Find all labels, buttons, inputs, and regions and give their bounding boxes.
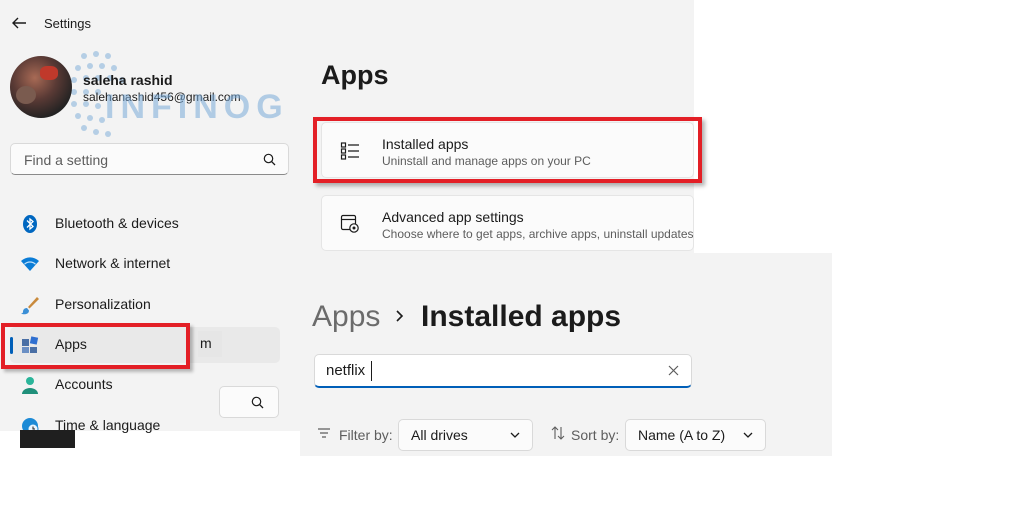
- chevron-down-icon: [743, 432, 753, 438]
- redaction-block: [20, 430, 75, 448]
- find-setting-search: [10, 143, 289, 175]
- back-arrow-icon[interactable]: [10, 14, 28, 32]
- find-setting-input[interactable]: [22, 151, 256, 169]
- close-icon[interactable]: [668, 365, 679, 376]
- highlight-box-installed-apps: [313, 117, 702, 183]
- sort-value: Name (A to Z): [638, 427, 726, 443]
- sort-dropdown[interactable]: Name (A to Z): [625, 419, 766, 451]
- card-title: Advanced app settings: [382, 209, 524, 225]
- filter-label: Filter by:: [339, 427, 393, 443]
- search-icon[interactable]: [263, 153, 276, 166]
- wifi-icon: [21, 257, 39, 271]
- person-icon: [22, 377, 38, 394]
- user-name: saleha rashid: [83, 72, 173, 88]
- sidebar-item-label: Network & internet: [55, 255, 171, 271]
- page-title: Apps: [321, 60, 389, 90]
- advanced-app-settings-card[interactable]: Advanced app settings Choose where to ge…: [321, 195, 694, 251]
- text-caret: [371, 361, 372, 381]
- window-title: Settings: [44, 16, 91, 31]
- app-search-input[interactable]: netflix: [314, 354, 692, 388]
- brush-icon: [21, 297, 39, 315]
- chevron-right-icon: [396, 310, 404, 322]
- sidebar-item-personalization[interactable]: Personalization: [10, 287, 280, 323]
- search-value: netflix: [326, 362, 366, 379]
- sort-label: Sort by:: [571, 427, 620, 443]
- sidebar-item-network[interactable]: Network & internet: [10, 246, 280, 282]
- breadcrumb-current: Installed apps: [421, 300, 622, 333]
- search-icon: [251, 396, 264, 409]
- app-settings-icon: [340, 214, 359, 233]
- bluetooth-icon: [23, 215, 37, 233]
- chevron-down-icon: [510, 432, 520, 438]
- sidebar-item-label: Personalization: [55, 296, 151, 312]
- card-subtitle: Choose where to get apps, archive apps, …: [382, 227, 694, 241]
- watermark-text: INFINOG: [105, 88, 289, 126]
- avatar[interactable]: [10, 56, 72, 118]
- breadcrumb-apps-link[interactable]: Apps: [312, 300, 380, 334]
- sidebar-item-label: Accounts: [55, 376, 113, 392]
- sidebar-item-label: Bluetooth & devices: [55, 215, 179, 231]
- filter-dropdown[interactable]: All drives: [398, 419, 533, 451]
- filter-value: All drives: [411, 427, 468, 443]
- overlap-search-box[interactable]: [219, 386, 279, 418]
- highlight-box-apps-nav: [1, 323, 190, 369]
- sort-icon: [551, 426, 565, 440]
- overlap-text: m: [200, 335, 212, 351]
- overlap-text-fragment: m: [198, 331, 222, 357]
- sidebar-item-bluetooth[interactable]: Bluetooth & devices: [10, 206, 280, 242]
- filter-icon: [318, 428, 330, 438]
